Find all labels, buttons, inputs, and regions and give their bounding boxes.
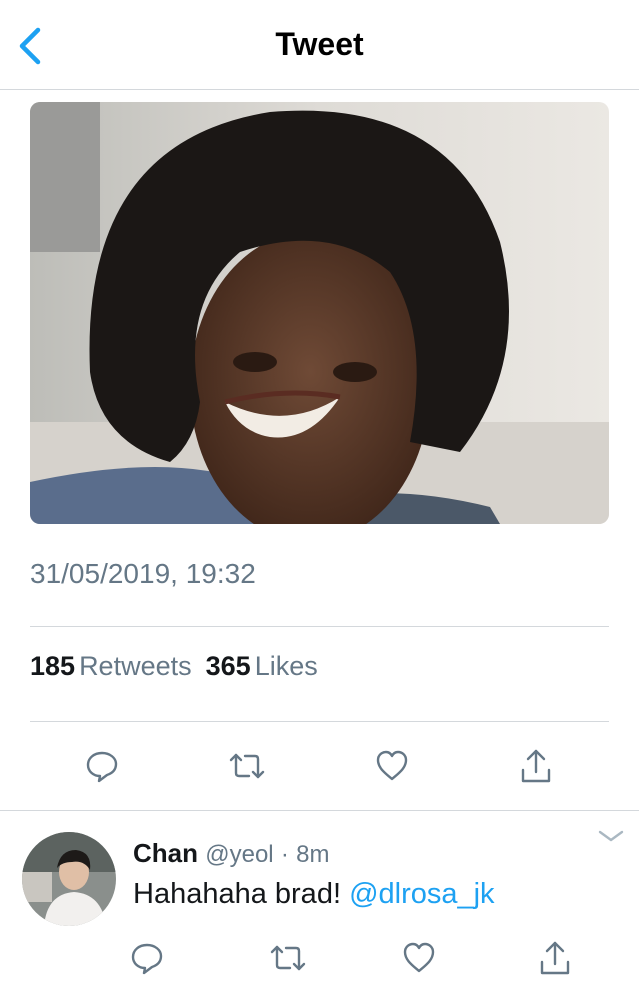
tweet-action-bar	[0, 746, 639, 786]
retweets-label[interactable]: Retweets	[79, 651, 192, 681]
retweet-icon	[270, 945, 306, 971]
photo-image	[30, 102, 609, 524]
reply-body: Hahahaha brad!	[133, 878, 350, 910]
reply-author-handle[interactable]: @yeol	[205, 841, 273, 868]
meta-separator: ·	[280, 841, 289, 868]
reply-icon	[131, 943, 163, 975]
avatar-image	[22, 832, 116, 926]
reply-icon	[86, 751, 118, 783]
section-separator	[0, 810, 639, 811]
retweet-button[interactable]	[227, 746, 267, 786]
reply-text: Hahahaha brad! @dlrosa_jk	[133, 878, 495, 911]
like-icon	[376, 750, 408, 781]
reply-action-bar	[0, 938, 639, 978]
reply-menu-button[interactable]	[597, 826, 625, 846]
reply-time: 8m	[296, 841, 330, 868]
divider	[30, 721, 609, 722]
retweet-icon	[229, 753, 265, 779]
likes-label[interactable]: Likes	[255, 651, 318, 681]
tweet-stats: 185 Retweets 365 Likes	[30, 651, 332, 682]
reply-reply-button[interactable]	[127, 938, 167, 978]
share-button[interactable]	[516, 746, 556, 786]
reply-header: Chan @yeol · 8m	[133, 838, 329, 869]
top-navigation-bar: Tweet	[0, 0, 639, 90]
likes-count[interactable]: 365	[206, 651, 251, 681]
reply-author-name[interactable]: Chan	[133, 838, 198, 868]
avatar[interactable]	[22, 832, 116, 926]
like-icon	[403, 942, 435, 973]
chevron-down-icon	[598, 830, 624, 842]
page-title: Tweet	[275, 26, 364, 62]
share-icon	[521, 749, 551, 783]
divider	[30, 626, 609, 627]
share-icon	[540, 941, 570, 975]
mention-link[interactable]: @dlrosa_jk	[349, 878, 495, 910]
tweet-timestamp: 31/05/2019, 19:32	[30, 558, 256, 589]
like-button[interactable]	[372, 746, 412, 786]
tweet-photo[interactable]	[30, 102, 609, 524]
reply-like-button[interactable]	[399, 938, 439, 978]
reply-retweet-button[interactable]	[268, 938, 308, 978]
reply-button[interactable]	[82, 746, 122, 786]
reply-share-button[interactable]	[535, 938, 575, 978]
retweets-count[interactable]: 185	[30, 651, 75, 681]
